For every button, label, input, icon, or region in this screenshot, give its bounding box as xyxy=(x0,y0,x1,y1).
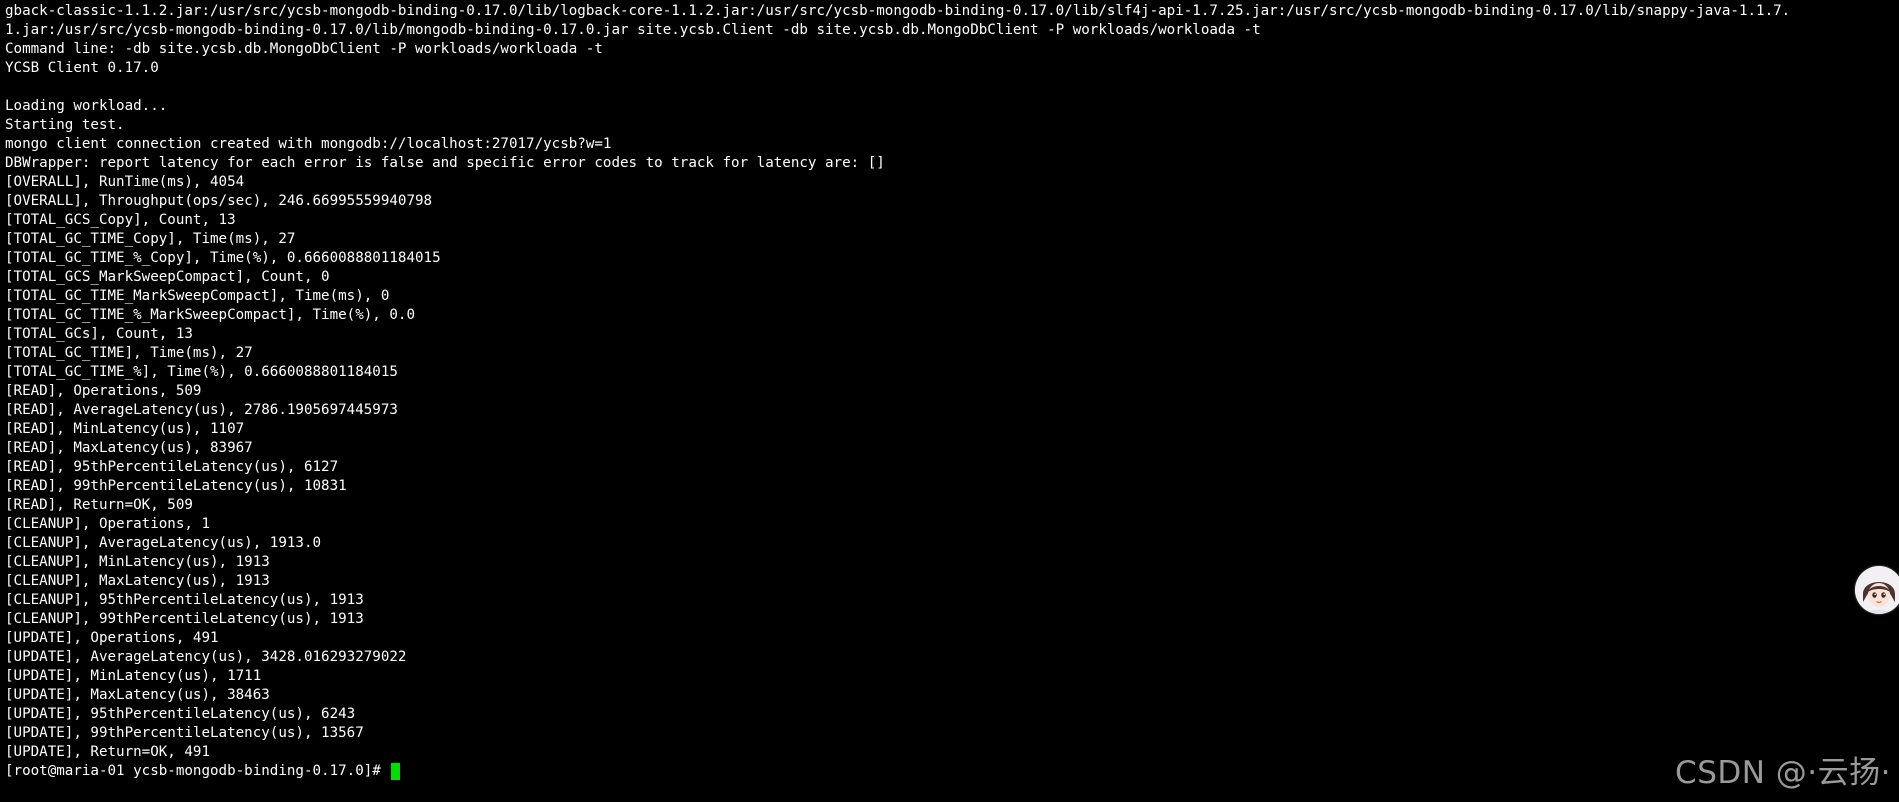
shell-prompt: [root@maria-01 ycsb-mongodb-binding-0.17… xyxy=(5,763,390,779)
terminal-line: Command line: -db site.ycsb.db.MongoDbCl… xyxy=(5,41,603,57)
terminal-window[interactable]: gback-classic-1.1.2.jar:/usr/src/ycsb-mo… xyxy=(0,0,1899,802)
terminal-line: mongo client connection created with mon… xyxy=(5,136,612,152)
terminal-line: [TOTAL_GCs], Count, 13 xyxy=(5,326,193,342)
terminal-line: [READ], Operations, 509 xyxy=(5,383,202,399)
terminal-line: [READ], 99thPercentileLatency(us), 10831 xyxy=(5,478,347,494)
terminal-line: [UPDATE], Return=OK, 491 xyxy=(5,744,210,760)
terminal-line: 1.jar:/usr/src/ycsb-mongodb-binding-0.17… xyxy=(5,22,1261,38)
terminal-line: [UPDATE], MaxLatency(us), 38463 xyxy=(5,687,270,703)
terminal-line: [CLEANUP], MaxLatency(us), 1913 xyxy=(5,573,270,589)
terminal-line: Loading workload... xyxy=(5,98,168,114)
terminal-line: [UPDATE], MinLatency(us), 1711 xyxy=(5,668,262,684)
terminal-line: [TOTAL_GC_TIME], Time(ms), 27 xyxy=(5,345,253,361)
terminal-line: [TOTAL_GC_TIME_Copy], Time(ms), 27 xyxy=(5,231,296,247)
terminal-line: [CLEANUP], MinLatency(us), 1913 xyxy=(5,554,270,570)
terminal-line: [TOTAL_GCS_MarkSweepCompact], Count, 0 xyxy=(5,269,330,285)
terminal-line: [READ], Return=OK, 509 xyxy=(5,497,193,513)
text-cursor xyxy=(391,763,401,780)
csdn-watermark: CSDN @·云扬· xyxy=(1675,755,1891,791)
terminal-line: [UPDATE], Operations, 491 xyxy=(5,630,219,646)
terminal-line: Starting test. xyxy=(5,117,125,133)
terminal-line: [UPDATE], 95thPercentileLatency(us), 624… xyxy=(5,706,356,722)
terminal-line: [OVERALL], RunTime(ms), 4054 xyxy=(5,174,245,190)
terminal-line: DBWrapper: report latency for each error… xyxy=(5,155,885,171)
terminal-line: [READ], AverageLatency(us), 2786.1905697… xyxy=(5,402,398,418)
terminal-line: [UPDATE], AverageLatency(us), 3428.01629… xyxy=(5,649,407,665)
terminal-line: [UPDATE], 99thPercentileLatency(us), 135… xyxy=(5,725,364,741)
terminal-line: [OVERALL], Throughput(ops/sec), 246.6699… xyxy=(5,193,433,209)
assistant-avatar-icon[interactable] xyxy=(1855,566,1899,614)
terminal-line: [TOTAL_GC_TIME_MarkSweepCompact], Time(m… xyxy=(5,288,390,304)
terminal-line: [CLEANUP], 99thPercentileLatency(us), 19… xyxy=(5,611,364,627)
terminal-line: [TOTAL_GC_TIME_%_MarkSweepCompact], Time… xyxy=(5,307,415,323)
shell-prompt-line[interactable]: [root@maria-01 ycsb-mongodb-binding-0.17… xyxy=(5,762,1790,781)
terminal-line: gback-classic-1.1.2.jar:/usr/src/ycsb-mo… xyxy=(5,3,1791,19)
terminal-line: [CLEANUP], 95thPercentileLatency(us), 19… xyxy=(5,592,364,608)
terminal-line: [READ], MaxLatency(us), 83967 xyxy=(5,440,253,456)
terminal-line: [READ], MinLatency(us), 1107 xyxy=(5,421,245,437)
terminal-line: [READ], 95thPercentileLatency(us), 6127 xyxy=(5,459,339,475)
terminal-line: [TOTAL_GCS_Copy], Count, 13 xyxy=(5,212,236,228)
terminal-line: YCSB Client 0.17.0 xyxy=(5,60,159,76)
terminal-line: [TOTAL_GC_TIME_%_Copy], Time(%), 0.66600… xyxy=(5,250,441,266)
terminal-output: gback-classic-1.1.2.jar:/usr/src/ycsb-mo… xyxy=(5,2,1790,781)
terminal-line: [CLEANUP], Operations, 1 xyxy=(5,516,210,532)
terminal-line: [CLEANUP], AverageLatency(us), 1913.0 xyxy=(5,535,322,551)
terminal-line: [TOTAL_GC_TIME_%], Time(%), 0.6660088801… xyxy=(5,364,398,380)
